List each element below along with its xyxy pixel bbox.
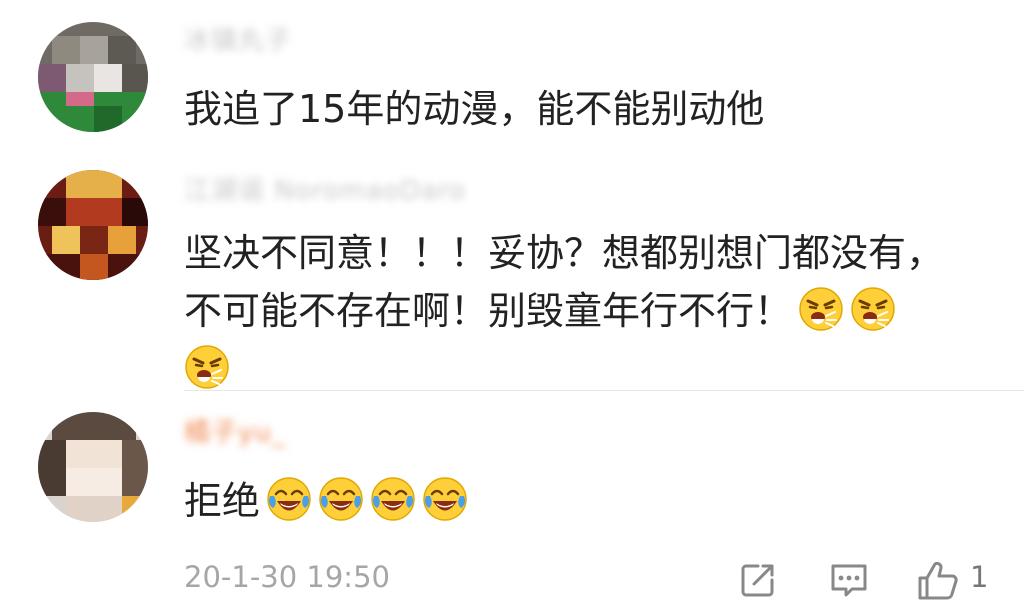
- angry-emoji: [850, 286, 896, 332]
- comment-text-line: 坚决不同意！！！妥协？想都别想门都没有，: [184, 231, 945, 275]
- comment-item: 橘子yu_ 拒绝: [0, 392, 1024, 552]
- comment-text-line: 我追了15年的动漫，能不能别动他: [184, 87, 765, 131]
- comment-text: 拒绝: [184, 472, 468, 530]
- avatar[interactable]: [38, 170, 148, 280]
- like-icon[interactable]: [916, 560, 960, 606]
- username[interactable]: 江湖谣 NoromaoDaro: [184, 168, 466, 208]
- comment-item: 江湖谣 NoromaoDaro 坚决不同意！！！妥协？想都别想门都没有， 不可能…: [0, 150, 1024, 390]
- divider: [184, 390, 1024, 391]
- comment-text: 坚决不同意！！！妥协？想都别想门都没有， 不可能不存在啊！别毁童年行不行！: [184, 224, 944, 398]
- comment-text-fragment: 不可能不存在啊！别毁童年行不行！: [184, 289, 793, 333]
- timestamp: 20-1-30 19:50: [184, 560, 390, 594]
- comment-text: 我追了15年的动漫，能不能别动他: [184, 80, 764, 138]
- share-icon[interactable]: [738, 560, 778, 604]
- angry-emoji: [184, 344, 230, 390]
- laugh-cry-emoji: [318, 476, 364, 522]
- laugh-cry-emoji: [370, 476, 416, 522]
- avatar[interactable]: [38, 412, 148, 522]
- username[interactable]: 冰镇丸子: [184, 18, 292, 58]
- avatar[interactable]: [38, 22, 148, 132]
- comment-text-line: 不可能不存在啊！别毁童年行不行！: [184, 282, 944, 340]
- comment-item: 冰镇丸子 我追了15年的动漫，能不能别动他: [0, 0, 1024, 150]
- laugh-cry-emoji: [422, 476, 468, 522]
- comment-thread: 冰镇丸子 我追了15年的动漫，能不能别动他 江湖谣 NoromaoDaro 坚决…: [0, 0, 1024, 616]
- comment-icon[interactable]: [828, 560, 870, 604]
- username[interactable]: 橘子yu_: [184, 410, 286, 450]
- laugh-cry-emoji: [266, 476, 312, 522]
- comment-footer: 20-1-30 19:50 1: [0, 552, 1024, 608]
- like-count: 1: [970, 560, 989, 594]
- comment-text-fragment: 拒绝: [184, 479, 261, 523]
- angry-emoji: [798, 286, 844, 332]
